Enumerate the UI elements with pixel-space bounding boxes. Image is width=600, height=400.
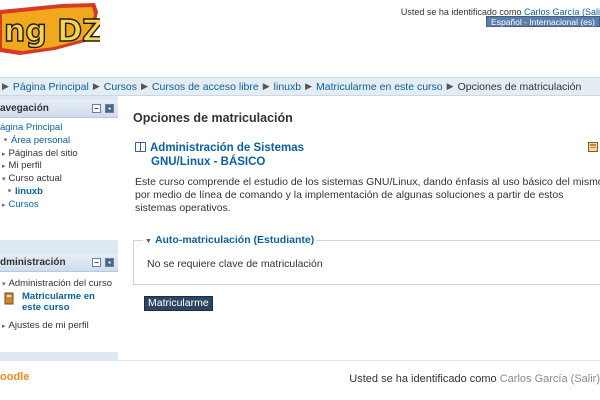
admin-enrol-link-line1[interactable]: Matricularme en <box>22 291 118 302</box>
footer-login-info: Usted se ha identificado como Carlos Gar… <box>349 373 600 385</box>
site-logo[interactable]: ng DZ <box>0 0 100 60</box>
page-title: Opciones de matriculación <box>133 111 293 125</box>
nav-home-link[interactable]: ágina Principal <box>0 122 62 133</box>
admin-item-enrol[interactable]: Matricularme en este curso <box>0 291 118 315</box>
self-enrolment-legend[interactable]: ▼ Auto-matriculación (Estudiante) <box>143 234 317 246</box>
nav-item-dashboard[interactable]: Área personal <box>0 135 118 148</box>
nav-dashboard-link[interactable]: Área personal <box>11 135 70 146</box>
breadcrumb-current: Opciones de matriculación <box>457 80 582 93</box>
nav-site-pages-label: Páginas del sitio <box>8 147 78 159</box>
admin-enrol-link-line2[interactable]: este curso <box>22 302 118 313</box>
footer-login-prefix: Usted se ha identificado como <box>349 373 497 385</box>
course-title[interactable]: Administración de Sistemas GNU/Linux - B… <box>135 141 304 169</box>
nav-current-course-label: Curso actual <box>8 173 62 185</box>
self-enrol-icon <box>588 142 598 152</box>
nav-profile-label: Mi perfil <box>8 160 42 172</box>
course-summary: Este curso comprende el estudio de los s… <box>135 176 600 215</box>
collapse-arrow-icon: ▼ <box>145 238 152 245</box>
footer-logout-link[interactable]: (Salir) <box>571 373 600 385</box>
collapse-icon[interactable]: − <box>92 104 101 113</box>
moodle-logo[interactable]: oodle <box>0 371 29 383</box>
expand-arrow-icon: ▸ <box>2 201 6 209</box>
breadcrumb-separator: ▶ <box>262 81 270 91</box>
logo-text: ng DZ <box>4 14 100 49</box>
navigation-block-header: avegación − ▪ <box>0 100 118 118</box>
navigation-block-body: ágina Principal Área personal ▸ Páginas d… <box>0 118 118 218</box>
language-select-value: Español - Internacional (es) <box>491 17 595 27</box>
enrol-me-button[interactable]: Matricularme <box>144 296 213 311</box>
admin-profile-settings-label: Ajustes de mi perfil <box>8 319 89 331</box>
administration-block-title: dministración <box>0 257 66 268</box>
page-footer: oodle Usted se ha identificado como Carl… <box>0 360 600 400</box>
nav-linuxb-link[interactable]: linuxb <box>15 186 43 197</box>
main-content: Opciones de matriculación Administración… <box>118 96 600 360</box>
dock-icon[interactable]: ▪ <box>105 104 114 113</box>
course-book-icon <box>135 142 146 152</box>
breadcrumb-courses[interactable]: Cursos <box>104 81 137 93</box>
administration-block: dministración − ▪ ▾ Administración del cu… <box>0 254 118 352</box>
bullet-icon <box>4 137 7 141</box>
course-title-line1[interactable]: Administración de Sistemas <box>150 142 304 154</box>
dock-icon[interactable]: ▪ <box>105 258 114 267</box>
nav-item-current-course[interactable]: ▾ Curso actual <box>0 173 118 186</box>
nav-item-linuxb[interactable]: linuxb <box>0 186 118 199</box>
breadcrumb-home[interactable]: Página Principal <box>13 81 89 93</box>
administration-block-body: ▾ Administración del curso Matricularme e… <box>0 272 118 339</box>
administration-block-header: dministración − ▪ <box>0 254 118 272</box>
breadcrumb-category[interactable]: Cursos de acceso libre <box>152 81 259 93</box>
admin-item-profile-settings[interactable]: ▸ Ajustes de mi perfil <box>0 320 118 333</box>
page-header: ng DZ Usted se ha identificado como Carl… <box>0 0 600 70</box>
footer-user-link[interactable]: Carlos García <box>500 373 568 385</box>
breadcrumb-enrol[interactable]: Matricularme en este curso <box>316 81 443 93</box>
language-select[interactable]: Español - Internacional (es) <box>486 16 600 27</box>
navigation-block: avegación − ▪ ágina Principal Área perso… <box>0 100 118 240</box>
breadcrumb: ▶ Página Principal ▶ Cursos ▶ Cursos de … <box>0 77 600 96</box>
breadcrumb-course[interactable]: linuxb <box>274 81 301 93</box>
nav-item-home[interactable]: ágina Principal <box>0 122 118 135</box>
course-title-line2[interactable]: GNU/Linux - BÁSICO <box>135 155 304 169</box>
nav-item-profile[interactable]: ▸ Mi perfil <box>0 160 118 173</box>
breadcrumb-separator: ▶ <box>305 81 313 91</box>
collapse-icon[interactable]: − <box>92 258 101 267</box>
self-enrolment-legend-text: Auto-matriculación (Estudiante) <box>154 234 315 246</box>
enrol-me-icon <box>4 292 14 305</box>
admin-item-course-admin[interactable]: ▾ Administración del curso <box>0 278 118 291</box>
nav-item-site-pages[interactable]: ▸ Páginas del sitio <box>0 148 118 161</box>
bullet-icon <box>8 188 11 192</box>
left-sidebar: avegación − ▪ ágina Principal Área perso… <box>0 96 118 360</box>
admin-course-admin-label: Administración del curso <box>8 278 113 289</box>
expand-arrow-icon: ▸ <box>2 322 6 330</box>
navigation-block-title: avegación <box>0 103 49 114</box>
breadcrumb-separator: ▶ <box>2 81 9 91</box>
enrolment-key-message: No se requiere clave de matriculación <box>147 258 323 270</box>
breadcrumb-separator: ▶ <box>446 81 454 91</box>
nav-item-courses[interactable]: ▸ Cursos <box>0 199 118 212</box>
breadcrumb-separator: ▶ <box>92 81 100 91</box>
self-enrolment-fieldset: ▼ Auto-matriculación (Estudiante) No se r… <box>133 234 600 285</box>
breadcrumb-separator: ▶ <box>141 81 148 91</box>
nav-courses-link[interactable]: Cursos <box>9 199 39 210</box>
